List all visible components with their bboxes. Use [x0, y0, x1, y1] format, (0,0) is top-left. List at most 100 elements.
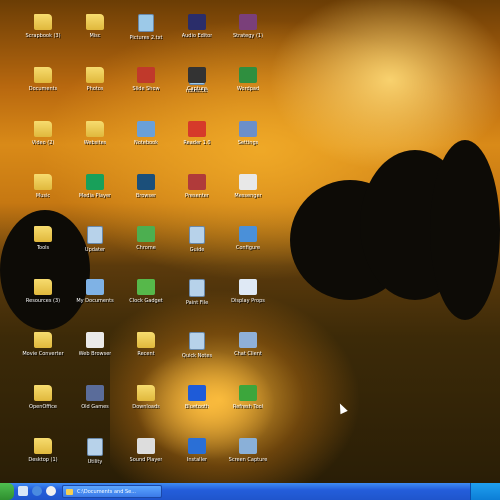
desktop-icon[interactable]: Movie Converter	[20, 328, 66, 378]
desktop-icon[interactable]: Screen Capture	[225, 434, 271, 484]
desktop-icon-label: Bluetooth	[184, 404, 210, 410]
app-icon	[239, 438, 257, 454]
desktop-icon-label: Capture	[187, 86, 207, 92]
app-icon	[137, 67, 155, 83]
desktop-icon[interactable]: Strategy (1)	[225, 10, 271, 60]
folder-icon	[34, 174, 52, 190]
desktop-icon[interactable]: Resources (3)	[20, 275, 66, 325]
desktop-icon[interactable]: Scrapbook (3)	[20, 10, 66, 60]
desktop-icon[interactable]: Video (2)	[20, 117, 66, 167]
desktop-icon-label: Quick Notes	[181, 353, 213, 359]
desktop-icon-label: Tools	[36, 245, 50, 251]
app-icon	[239, 121, 257, 137]
desktop-icon[interactable]: Paint File	[174, 275, 220, 325]
desktop-icon[interactable]: Browser	[123, 170, 169, 220]
desktop-icon-label: OpenOffice	[29, 404, 57, 410]
app-icon	[239, 279, 257, 295]
desktop-icon[interactable]: Installer	[174, 434, 220, 484]
desktop-icon-label: Browser	[135, 193, 157, 199]
desktop-icon[interactable]: Pictures 2.txt	[123, 10, 169, 60]
desktop-icon-label: Guide	[189, 247, 205, 253]
desktop-icon-label: Media Player	[78, 193, 112, 199]
folder-icon	[137, 385, 155, 401]
desktop-icon[interactable]: Display Props	[225, 275, 271, 325]
desktop-icon[interactable]: Slide Show	[123, 63, 169, 113]
desktop-icon[interactable]: Photos	[72, 63, 118, 113]
folder-icon	[34, 121, 52, 137]
app-icon	[239, 14, 257, 30]
desktop-icon-label: Pictures 2.txt	[129, 35, 163, 41]
desktop-icon-label: Video (2)	[31, 140, 55, 146]
desktop-icon-label: Misc	[89, 33, 101, 39]
folder-icon	[86, 67, 104, 83]
system-tray[interactable]	[470, 483, 500, 500]
folder-icon	[34, 438, 52, 454]
desktop-icon-label: Utility	[87, 459, 103, 465]
app-icon	[239, 174, 257, 190]
desktop-icon-label: Photos	[86, 86, 104, 92]
app-icon	[188, 67, 206, 83]
app-icon	[137, 226, 155, 242]
folder-icon	[34, 14, 52, 30]
desktop-icon[interactable]: Clock Gadget	[123, 275, 169, 325]
desktop-icon[interactable]: Desktop (1)	[20, 434, 66, 484]
folder-icon	[66, 489, 73, 495]
desktop-icon[interactable]: Downloads	[123, 381, 169, 431]
desktop-icon[interactable]: Audio Editor	[174, 10, 220, 60]
desktop-icon[interactable]: Refresh Tool	[225, 381, 271, 431]
desktop-icon[interactable]: Old Games	[72, 381, 118, 431]
desktop-icon[interactable]: Websites	[72, 117, 118, 167]
desktop-icon[interactable]: Documents	[20, 63, 66, 113]
desktop-icon[interactable]: Notebook	[123, 117, 169, 167]
start-button[interactable]	[0, 483, 14, 500]
app-icon	[137, 279, 155, 295]
taskbar-window-label: C:\Documents and Se...	[77, 489, 136, 495]
desktop-icon-label: Settings	[237, 140, 259, 146]
document-icon	[189, 332, 205, 350]
app-icon	[188, 385, 206, 401]
desktop-icon[interactable]: Messenger	[225, 170, 271, 220]
desktop-icon[interactable]: Guide	[174, 222, 220, 272]
app-icon	[86, 332, 104, 348]
desktop-icon[interactable]: Tools	[20, 222, 66, 272]
desktop-icon-label: Slide Show	[132, 86, 160, 92]
desktop-icon[interactable]: OpenOffice	[20, 381, 66, 431]
desktop-icon[interactable]: Configure	[225, 222, 271, 272]
desktop-icon[interactable]: Misc	[72, 10, 118, 60]
folder-icon	[34, 279, 52, 295]
document-icon	[189, 279, 205, 297]
desktop-icon[interactable]: Music	[20, 170, 66, 220]
desktop-icon-label: Updater	[84, 247, 106, 253]
app-icon	[188, 14, 206, 30]
quick-launch-browser-icon[interactable]	[32, 486, 42, 496]
desktop-icon[interactable]: Utility	[72, 434, 118, 484]
desktop-icon[interactable]: Media Player	[72, 170, 118, 220]
app-icon	[239, 67, 257, 83]
desktop-icon-label: Installer	[186, 457, 208, 463]
desktop-icon[interactable]: Wordpad	[225, 63, 271, 113]
desktop-icon-label: Paint File	[185, 300, 209, 306]
desktop-icon[interactable]: Bluetooth	[174, 381, 220, 431]
desktop-icon[interactable]: Capture	[174, 63, 220, 113]
quick-launch-desktop-icon[interactable]	[18, 486, 28, 496]
app-icon	[239, 226, 257, 242]
desktop-icon[interactable]: Recent	[123, 328, 169, 378]
quick-launch-search-icon[interactable]	[46, 486, 56, 496]
desktop-icon[interactable]: Settings	[225, 117, 271, 167]
desktop-icon-label: Documents	[28, 86, 58, 92]
taskbar-window-button[interactable]: C:\Documents and Se...	[62, 485, 162, 498]
desktop-icon[interactable]: Updater	[72, 222, 118, 272]
desktop-icon[interactable]: Web Browser	[72, 328, 118, 378]
desktop-icon[interactable]: Sound Player	[123, 434, 169, 484]
desktop-icon-label: Display Props	[231, 298, 265, 304]
desktop-icon[interactable]: Reader 1.0	[174, 117, 220, 167]
app-icon	[239, 332, 257, 348]
desktop-icon[interactable]: Chrome	[123, 222, 169, 272]
desktop-icon[interactable]: Chat Client	[225, 328, 271, 378]
folder-icon	[34, 385, 52, 401]
app-icon	[239, 385, 257, 401]
desktop-icon[interactable]: Presenter	[174, 170, 220, 220]
desktop-icon[interactable]: My Documents	[72, 275, 118, 325]
desktop-icon[interactable]: Quick Notes	[174, 328, 220, 378]
document-icon	[138, 14, 154, 32]
